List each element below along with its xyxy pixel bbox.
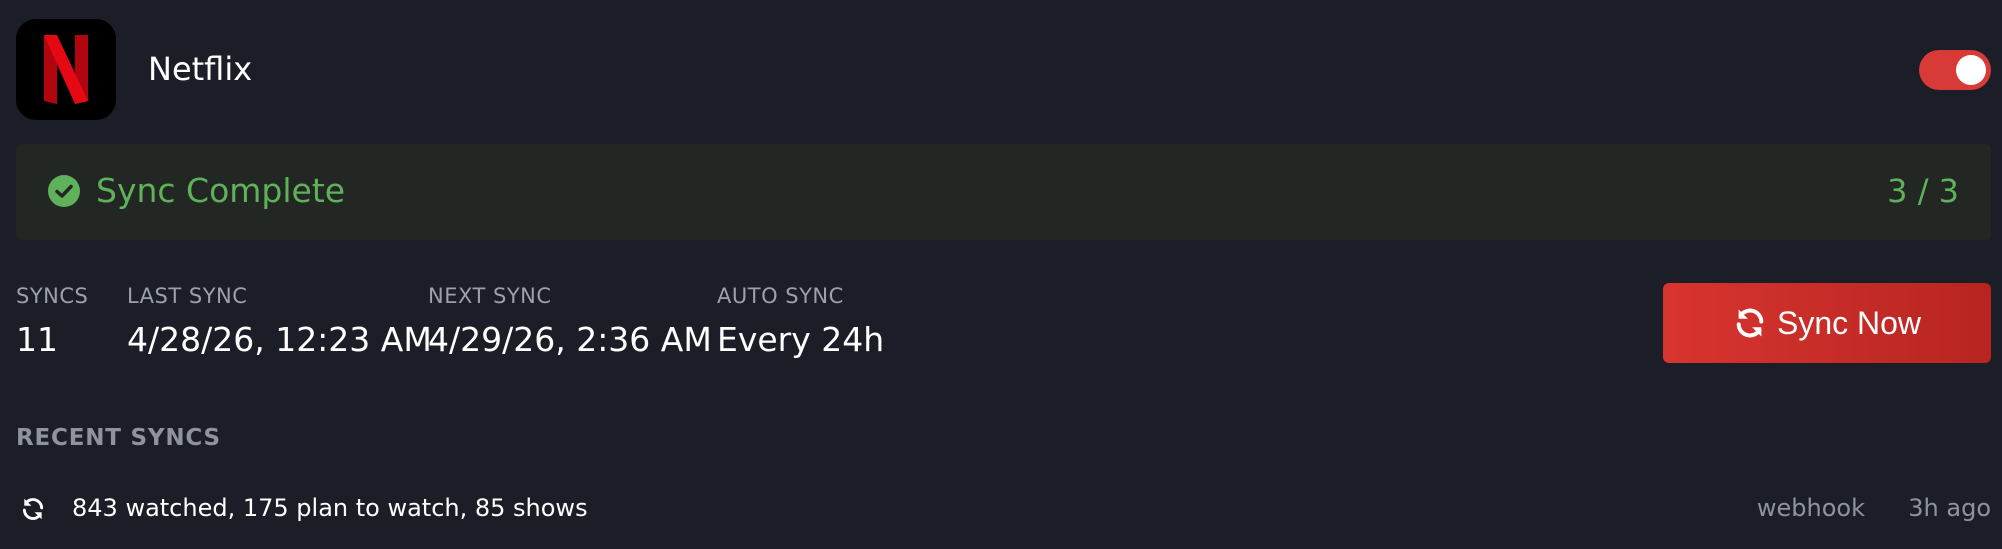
sync-summary: 843 watched, 175 plan to watch, 85 shows: [72, 494, 588, 522]
recent-syncs-title: RECENT SYNCS: [16, 425, 221, 451]
sync-status-label: Sync Complete: [96, 171, 346, 210]
sync-now-label: Sync Now: [1776, 305, 1922, 341]
stat-value: 4/29/26, 2:36 AM: [428, 320, 712, 359]
stat-syncs: SYNCS 11: [16, 283, 88, 360]
service-card: Netflix Sync Complete 3 / 3 SYNCS 11 LAS…: [0, 0, 2002, 549]
netflix-logo: [16, 19, 116, 120]
sync-source: webhook: [1756, 494, 1865, 522]
sync-status-count: 3 / 3: [1887, 172, 1959, 210]
stat-value: 4/28/26, 12:23 AM: [127, 320, 432, 359]
stat-label: AUTO SYNC: [717, 284, 844, 308]
sync-now-button[interactable]: Sync Now: [1663, 283, 1991, 363]
sync-time: 3h ago: [1908, 494, 1991, 522]
refresh-icon: [1736, 308, 1764, 338]
stat-value: 11: [16, 320, 58, 359]
stat-value: Every 24h: [717, 320, 885, 359]
stat-label: LAST SYNC: [127, 284, 248, 308]
toggle-knob: [1956, 55, 1986, 85]
service-name: Netflix: [148, 50, 253, 88]
stat-auto-sync: AUTO SYNC Every 24h: [717, 283, 884, 360]
stat-label: NEXT SYNC: [428, 284, 552, 308]
refresh-icon: [22, 498, 44, 520]
stat-last-sync: LAST SYNC 4/28/26, 12:23 AM: [127, 283, 432, 360]
sync-status-banner: Sync Complete 3 / 3: [16, 144, 1991, 240]
netflix-n-icon: [44, 35, 88, 104]
stat-label: SYNCS: [16, 284, 89, 308]
service-enabled-toggle[interactable]: [1919, 50, 1991, 90]
check-circle-icon: [48, 175, 80, 207]
recent-sync-item[interactable]: 843 watched, 175 plan to watch, 85 shows…: [16, 480, 1991, 538]
stat-next-sync: NEXT SYNC 4/29/26, 2:36 AM: [428, 283, 712, 360]
